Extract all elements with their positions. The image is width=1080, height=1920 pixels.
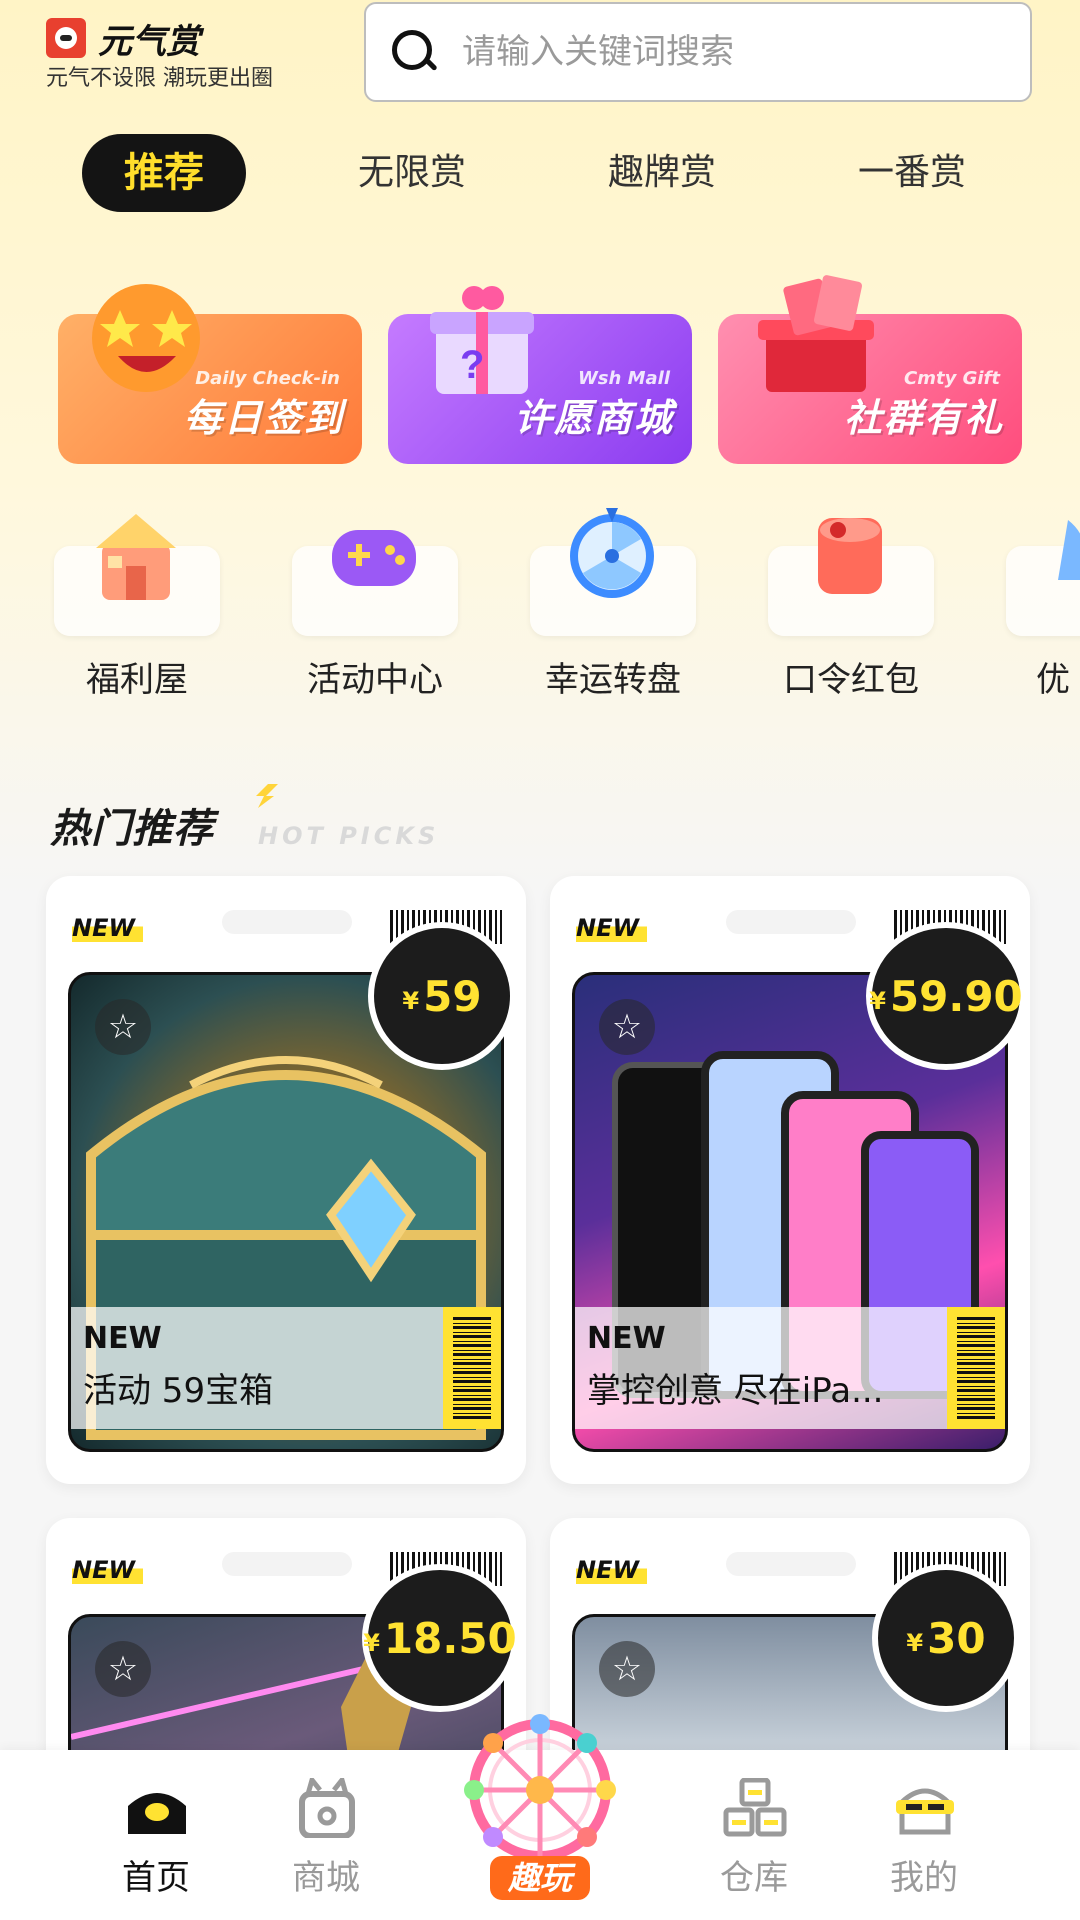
warehouse-icon bbox=[723, 1778, 787, 1837]
tab-recommend[interactable]: 推荐 bbox=[82, 134, 246, 212]
entry-lucky-wheel[interactable]: 幸运转盘 bbox=[518, 496, 698, 716]
favorite-star-icon[interactable]: ☆ bbox=[599, 1641, 655, 1697]
new-tag: NEW bbox=[72, 1556, 143, 1584]
banner-title: 每日签到 bbox=[183, 396, 344, 440]
price-value: 30 bbox=[927, 1613, 986, 1663]
overlay-new-label: NEW bbox=[587, 1321, 666, 1356]
barcode-icon bbox=[443, 1307, 501, 1429]
price-badge: ¥ 59 bbox=[368, 922, 516, 1070]
nav-label: 商城 bbox=[292, 1858, 360, 1898]
new-tag: NEW bbox=[576, 1556, 647, 1584]
nav-label: 首页 bbox=[122, 1858, 190, 1898]
entry-coupon[interactable]: 优 bbox=[994, 496, 1080, 716]
banner-community-gift[interactable]: Cmty Gift 社群有礼 bbox=[718, 275, 1022, 464]
price-currency: ¥ bbox=[869, 987, 886, 1015]
gamepad-icon bbox=[332, 530, 416, 586]
tab-card[interactable]: 趣牌赏 bbox=[582, 134, 742, 212]
app-name: 元气赏 bbox=[98, 22, 200, 62]
entry-password-red-packet[interactable]: 口令红包 bbox=[756, 496, 936, 716]
favorite-star-icon[interactable]: ☆ bbox=[95, 1641, 151, 1697]
placeholder-pill bbox=[222, 910, 352, 934]
search-input[interactable] bbox=[460, 31, 1004, 73]
coupon-icon bbox=[1058, 520, 1080, 580]
entry-label: 幸运转盘 bbox=[545, 660, 681, 700]
favorite-star-icon[interactable]: ☆ bbox=[599, 999, 655, 1055]
entry-activity-center[interactable]: 活动中心 bbox=[280, 496, 460, 716]
search-icon[interactable] bbox=[390, 28, 438, 76]
banner-subtitle: Daily Check-in bbox=[195, 368, 340, 389]
nav-label: 我的 bbox=[890, 1858, 958, 1898]
product-name: 掌控创意 尽在iPa... bbox=[587, 1371, 884, 1411]
product-info-overlay: NEW 活动 59宝箱 bbox=[71, 1307, 501, 1429]
gift-house-icon bbox=[96, 514, 176, 600]
section-title: 热门推荐 bbox=[50, 806, 214, 852]
price-currency: ¥ bbox=[906, 1629, 924, 1657]
sparkle-icon bbox=[256, 784, 278, 808]
red-packet-icon bbox=[818, 518, 882, 594]
banner-subtitle: Wsh Mall bbox=[577, 368, 670, 389]
search-bar[interactable] bbox=[364, 2, 1032, 102]
product-name: 活动 59宝箱 bbox=[83, 1371, 274, 1411]
emoji-face-icon bbox=[92, 284, 200, 392]
red-envelope-icon bbox=[758, 275, 874, 392]
banner-wish-mall[interactable]: ? Wsh Mall 许愿商城 bbox=[388, 286, 692, 464]
banner-daily-checkin[interactable]: Daily Check-in 每日签到 bbox=[58, 284, 362, 464]
banner-title: 许愿商城 bbox=[513, 396, 674, 440]
placeholder-pill bbox=[726, 910, 856, 934]
nav-warehouse[interactable]: 仓库 bbox=[694, 1750, 814, 1920]
favorite-star-icon[interactable]: ☆ bbox=[95, 999, 151, 1055]
entry-label: 优 bbox=[1036, 660, 1070, 700]
entry-label: 福利屋 bbox=[86, 660, 188, 700]
nav-profile[interactable]: 我的 bbox=[864, 1750, 984, 1920]
entry-label: 口令红包 bbox=[783, 660, 919, 700]
product-info-overlay: NEW 掌控创意 尽在iPa... bbox=[575, 1307, 1005, 1429]
price-currency: ¥ bbox=[363, 1629, 380, 1657]
app-slogan: 元气不设限 潮玩更出圈 bbox=[46, 66, 273, 91]
product-card[interactable]: NEW ☆ NEW 掌控创意 尽在iPa... ¥ 59.90 bbox=[550, 876, 1030, 1484]
wheel-icon bbox=[570, 508, 654, 598]
tab-ichiban[interactable]: 一番赏 bbox=[832, 134, 992, 212]
home-icon bbox=[128, 1793, 186, 1834]
price-badge: ¥ 59.90 bbox=[866, 922, 1026, 1070]
nav-label: 仓库 bbox=[720, 1858, 788, 1898]
new-tag: NEW bbox=[72, 914, 143, 942]
nav-home[interactable]: 首页 bbox=[96, 1750, 216, 1920]
overlay-new-label: NEW bbox=[83, 1321, 162, 1356]
banner-title: 社群有礼 bbox=[843, 396, 1004, 440]
banner-subtitle: Cmty Gift bbox=[904, 368, 1000, 389]
price-badge: ¥ 18.50 bbox=[362, 1564, 518, 1712]
placeholder-pill bbox=[222, 1552, 352, 1576]
price-currency: ¥ bbox=[402, 987, 420, 1015]
barcode-icon bbox=[947, 1307, 1005, 1429]
price-value: 59.90 bbox=[889, 971, 1023, 1021]
product-card[interactable]: NEW ☆ NEW 活动 59宝箱 ¥ 59 bbox=[46, 876, 526, 1484]
app-logo-icon bbox=[46, 18, 86, 58]
new-tag: NEW bbox=[576, 914, 647, 942]
price-value: 59 bbox=[423, 971, 482, 1021]
placeholder-pill bbox=[726, 1552, 856, 1576]
entry-welfare-house[interactable]: 福利屋 bbox=[42, 496, 222, 716]
nav-label-fun[interactable]: 趣玩 bbox=[490, 1856, 590, 1900]
category-tabs: 推荐 无限赏 趣牌赏 一番赏 bbox=[82, 134, 1002, 214]
profile-icon bbox=[896, 1788, 954, 1835]
price-badge: ¥ 30 bbox=[872, 1564, 1020, 1712]
nav-shop[interactable]: 商城 bbox=[266, 1750, 386, 1920]
svg-text:?: ? bbox=[460, 343, 484, 387]
tab-unlimited[interactable]: 无限赏 bbox=[332, 134, 492, 212]
shop-icon bbox=[299, 1778, 355, 1838]
price-value: 18.50 bbox=[383, 1613, 517, 1663]
section-subtitle: HOT PICKS bbox=[258, 822, 440, 850]
entry-label: 活动中心 bbox=[307, 660, 443, 700]
